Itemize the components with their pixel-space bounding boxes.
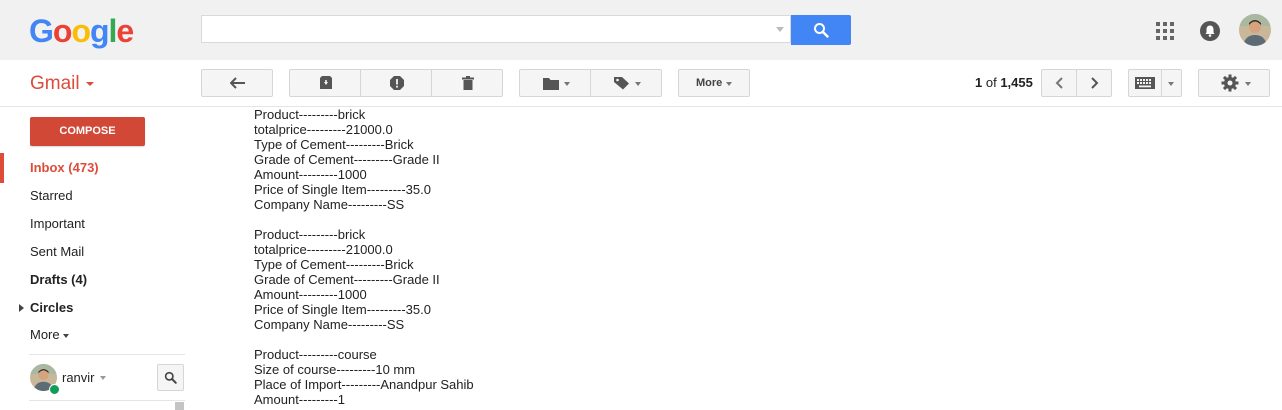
older-button[interactable] — [1076, 69, 1112, 97]
email-line: Price of Single Item---------35.0 — [254, 302, 431, 317]
delete-button[interactable] — [431, 69, 503, 97]
email-line: Type of Cement---------Brick — [254, 137, 414, 152]
hangouts-user-name[interactable]: ranvir — [62, 370, 95, 385]
expand-arrow-icon[interactable] — [19, 304, 24, 312]
email-line: Grade of Cement---------Grade II — [254, 152, 440, 167]
email-line: Product---------course — [254, 347, 377, 362]
sidebar-item-inbox[interactable]: Inbox (473) — [30, 159, 99, 177]
sidebar-divider — [29, 354, 185, 355]
avatar-photo — [1239, 14, 1271, 46]
sidebar-item-circles[interactable]: Circles — [30, 299, 73, 317]
email-line: Company Name---------SS — [254, 197, 405, 212]
message-count: 1 of 1,455 — [975, 75, 1033, 90]
sidebar-divider — [29, 400, 185, 401]
email-line: Company Name---------SS — [254, 317, 405, 332]
sidebar-scrollbar[interactable] — [175, 402, 184, 410]
count-separator: of — [982, 75, 1001, 90]
sidebar-item-drafts[interactable]: Drafts (4) — [30, 271, 87, 289]
logo-letter: g — [89, 13, 110, 49]
email-line: Price of Single Item---------35.0 — [254, 182, 431, 197]
more-button-label: More — [696, 77, 723, 89]
notifications-icon[interactable] — [1199, 20, 1221, 42]
labels-button[interactable] — [590, 69, 662, 97]
chevron-down-icon — [1245, 82, 1251, 86]
logo-letter: l — [108, 13, 118, 49]
labels-icon — [614, 77, 629, 90]
email-line: totalprice---------21000.0 — [254, 122, 393, 137]
email-line: Type of Cement---------Brick — [254, 257, 414, 272]
email-line: totalprice---------21000.0 — [254, 242, 393, 257]
chevron-down-icon[interactable] — [63, 334, 69, 338]
gmail-app-switcher[interactable]: Gmail — [30, 72, 80, 96]
archive-icon — [320, 76, 332, 89]
email-line: Amount---------1 — [254, 392, 345, 407]
reply-icon — [230, 77, 245, 89]
report-spam-icon — [390, 76, 404, 90]
chevron-down-icon — [1168, 82, 1174, 86]
back-to-inbox-button[interactable] — [201, 69, 273, 97]
apps-icon[interactable] — [1156, 22, 1174, 40]
chevron-down-icon — [726, 82, 732, 86]
logo-letter: G — [29, 13, 54, 49]
email-blank-line — [254, 212, 474, 227]
keyboard-icon — [1135, 77, 1155, 89]
count-total: 1,455 — [1000, 75, 1033, 90]
email-line: Size of course---------10 mm — [254, 362, 416, 377]
email-line: Product---------brick — [254, 107, 366, 122]
email-line: Amount---------1000 — [254, 287, 367, 302]
online-status-indicator — [49, 384, 60, 395]
chevron-left-icon — [1055, 77, 1063, 89]
search-options-dropdown-icon[interactable] — [776, 27, 784, 32]
google-logo[interactable]: Google — [29, 13, 134, 49]
logo-letter: o — [71, 13, 91, 49]
email-body: Product---------brick totalprice--------… — [254, 107, 474, 407]
report-spam-button[interactable] — [360, 69, 432, 97]
account-avatar[interactable] — [1239, 14, 1271, 46]
chevron-down-icon[interactable] — [86, 82, 94, 86]
sidebar-item-sent-mail[interactable]: Sent Mail — [30, 243, 84, 261]
search-people-button[interactable] — [157, 364, 184, 391]
sidebar-item-starred[interactable]: Starred — [30, 187, 73, 205]
search-icon — [814, 23, 829, 38]
email-line: Place of Import---------Anandpur Sahib — [254, 377, 474, 392]
logo-letter: e — [116, 13, 134, 49]
move-to-button[interactable] — [519, 69, 591, 97]
archive-button[interactable] — [289, 69, 361, 97]
sidebar-item-more[interactable]: More — [30, 326, 60, 344]
sidebar-item-important[interactable]: Important — [30, 215, 85, 233]
email-line: Grade of Cement---------Grade II — [254, 272, 440, 287]
folder-icon — [543, 78, 559, 90]
input-tools-dropdown[interactable] — [1161, 69, 1182, 97]
chevron-right-icon — [1091, 77, 1099, 89]
compose-button[interactable]: COMPOSE — [30, 117, 145, 146]
input-tools-button[interactable] — [1128, 69, 1162, 97]
logo-letter: o — [52, 13, 73, 49]
email-line: Amount---------1000 — [254, 167, 367, 182]
chevron-down-icon — [564, 82, 570, 86]
chevron-down-icon[interactable] — [100, 376, 106, 380]
search-button[interactable] — [791, 15, 851, 45]
email-blank-line — [254, 332, 474, 347]
settings-icon — [1221, 74, 1239, 92]
settings-button[interactable] — [1198, 69, 1270, 97]
search-input[interactable] — [201, 15, 791, 43]
search-icon — [164, 371, 177, 384]
email-line: Product---------brick — [254, 227, 366, 242]
active-item-indicator — [0, 153, 4, 183]
chevron-down-icon — [635, 82, 641, 86]
newer-button[interactable] — [1041, 69, 1077, 97]
delete-icon — [462, 76, 474, 90]
